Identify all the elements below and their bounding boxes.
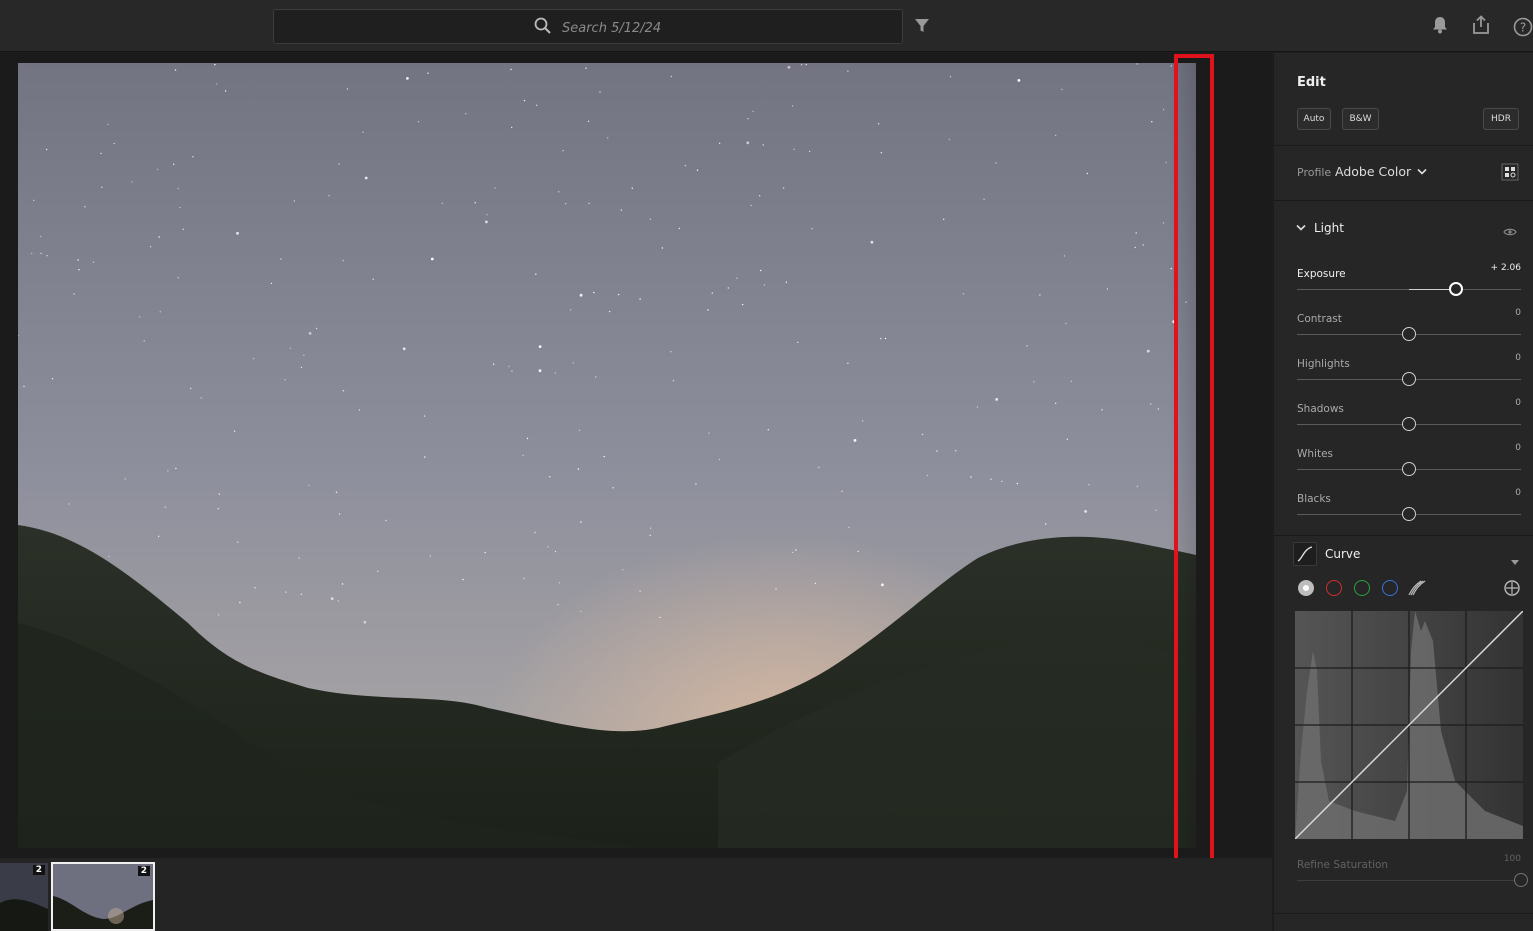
slider-knob[interactable] <box>1402 327 1416 341</box>
hdr-button[interactable]: HDR <box>1483 108 1519 130</box>
profile-browser-icon[interactable] <box>1501 163 1519 185</box>
filmstrip-thumb-selected[interactable]: 2 <box>51 862 155 931</box>
slider-label: Shadows <box>1297 403 1344 415</box>
filter-icon[interactable] <box>914 18 930 38</box>
target-adjustment-icon[interactable] <box>1503 579 1521 601</box>
slider-value: 0 <box>1515 308 1521 318</box>
night-sky-photo[interactable] <box>18 63 1196 848</box>
light-section-title: Light <box>1314 221 1344 235</box>
green-channel-button[interactable] <box>1354 580 1370 596</box>
slider-value: 0 <box>1515 488 1521 498</box>
slider-knob[interactable] <box>1402 462 1416 476</box>
slider-label: Highlights <box>1297 358 1350 370</box>
share-icon[interactable] <box>1471 15 1491 39</box>
top-bar: ? <box>0 0 1533 52</box>
slider-label: Exposure <box>1297 268 1346 280</box>
profile-label: Profile <box>1297 166 1332 179</box>
slider-track <box>1297 880 1521 881</box>
profile-value: Adobe Color <box>1335 164 1412 179</box>
slider-value: 0 <box>1515 443 1521 453</box>
search-input[interactable] <box>562 20 762 36</box>
slider-label: Whites <box>1297 448 1334 460</box>
slider-knob[interactable] <box>1402 372 1416 386</box>
auto-button[interactable]: Auto <box>1297 108 1331 130</box>
slider-value: 100 <box>1503 854 1521 864</box>
search-bar[interactable] <box>273 9 903 44</box>
profile-dropdown[interactable]: Adobe Color <box>1335 164 1427 179</box>
slider-value: 0 <box>1515 398 1521 408</box>
slider-knob[interactable] <box>1402 507 1416 521</box>
divider <box>1274 145 1533 146</box>
light-section-header[interactable]: Light <box>1296 221 1344 235</box>
red-channel-button[interactable] <box>1326 580 1342 596</box>
help-icon[interactable]: ? <box>1513 17 1533 41</box>
filmstrip-thumb[interactable]: 2 <box>0 863 48 931</box>
refine-saturation-slider[interactable]: Refine Saturation 100 <box>1297 853 1528 887</box>
slider-label: Blacks <box>1297 493 1331 505</box>
edit-panel: Edit Auto B&W HDR Profile Adobe Color Li… <box>1273 53 1533 931</box>
point-curve-channel-button[interactable] <box>1298 580 1314 596</box>
stack-count-badge: 2 <box>137 866 150 876</box>
parametric-curve-icon[interactable] <box>1408 579 1426 601</box>
slider-contrast[interactable]: Contrast 0 <box>1297 307 1521 341</box>
bell-icon[interactable] <box>1432 16 1448 38</box>
search-icon <box>534 17 552 39</box>
slider-label: Contrast <box>1297 313 1342 325</box>
slider-knob[interactable] <box>1514 873 1528 887</box>
slider-highlights[interactable]: Highlights 0 <box>1297 352 1521 386</box>
slider-exposure[interactable]: Exposure + 2.06 <box>1297 262 1521 296</box>
photo-canvas[interactable] <box>0 53 1272 858</box>
chevron-down-icon <box>1296 224 1306 231</box>
stack-count-badge: 2 <box>32 865 45 875</box>
slider-whites[interactable]: Whites 0 <box>1297 442 1521 476</box>
search-inner <box>534 17 762 39</box>
divider <box>1274 535 1533 536</box>
slider-blacks[interactable]: Blacks 0 <box>1297 487 1521 521</box>
slider-value: 0 <box>1515 353 1521 363</box>
filmstrip: 2 2 <box>0 858 1272 931</box>
triangle-down-icon[interactable] <box>1511 551 1519 570</box>
divider <box>1274 200 1533 201</box>
tone-curve-graph[interactable] <box>1295 611 1523 839</box>
panel-title: Edit <box>1297 75 1326 90</box>
curve-section-title: Curve <box>1325 547 1361 561</box>
slider-knob[interactable] <box>1449 282 1464 296</box>
slider-value: + 2.06 <box>1490 263 1521 273</box>
divider <box>1274 913 1533 914</box>
eye-icon[interactable] <box>1503 222 1517 241</box>
highlight-box <box>1174 54 1214 864</box>
svg-text:?: ? <box>1520 21 1526 35</box>
slider-shadows[interactable]: Shadows 0 <box>1297 397 1521 431</box>
slider-label: Refine Saturation <box>1297 859 1389 871</box>
curve-icon <box>1293 542 1317 566</box>
curve-section-header[interactable]: Curve <box>1293 542 1360 566</box>
bw-button[interactable]: B&W <box>1342 108 1379 130</box>
slider-knob[interactable] <box>1402 417 1416 431</box>
chevron-down-icon <box>1417 168 1427 175</box>
blue-channel-button[interactable] <box>1382 580 1398 596</box>
